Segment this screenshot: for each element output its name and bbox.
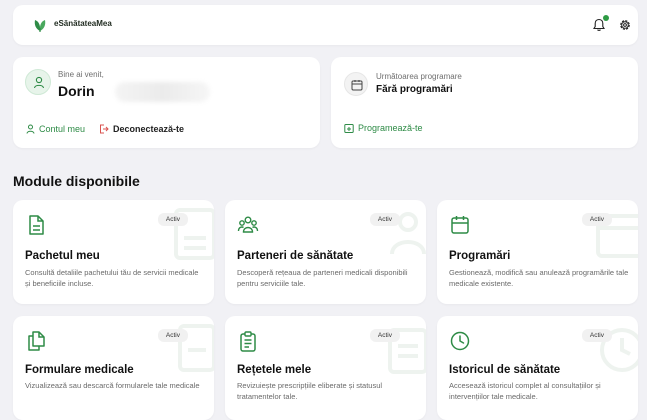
module-description: Vizualizează sau descarcă formularele ta… bbox=[25, 381, 200, 390]
account-link-label: Contul meu bbox=[39, 124, 86, 134]
redacted-surname bbox=[115, 82, 210, 102]
module-title: Istoricul de sănătate bbox=[449, 364, 561, 376]
user-name: Dorin bbox=[58, 83, 95, 99]
status-badge: Activ bbox=[581, 329, 612, 342]
module-title: Formulare medicale bbox=[25, 364, 134, 376]
module-card-formulare[interactable]: Activ Formulare medicale Vizualizează sa… bbox=[13, 316, 214, 420]
status-badge: Activ bbox=[369, 213, 400, 226]
module-description: Accesează istoricul complet al consultaț… bbox=[449, 381, 601, 402]
module-description: Descoperă rețeaua de parteneri medicali … bbox=[237, 268, 408, 289]
status-badge: Activ bbox=[369, 329, 400, 342]
welcome-greeting: Bine ai venit, bbox=[58, 70, 104, 79]
next-appointment-value: Fără programări bbox=[376, 84, 453, 95]
avatar bbox=[25, 69, 51, 95]
module-description: Revizuiește prescripțiile eliberate și s… bbox=[237, 381, 383, 402]
next-appointment-label: Următoarea programare bbox=[376, 72, 462, 81]
module-title: Parteneri de sănătate bbox=[237, 250, 354, 262]
module-title: Pachetul meu bbox=[25, 250, 100, 262]
calendar-icon bbox=[451, 216, 469, 234]
welcome-card: Bine ai venit, Dorin Contul meu Deconect… bbox=[13, 57, 320, 148]
logout-link-label: Deconectează-te bbox=[113, 124, 185, 134]
logout-icon bbox=[100, 124, 109, 134]
calendar-icon bbox=[351, 80, 363, 91]
user-icon bbox=[33, 76, 45, 89]
module-card-pachetul-meu[interactable]: Activ Pachetul meu Consultă detaliile pa… bbox=[13, 200, 214, 304]
settings-gear-icon[interactable] bbox=[618, 18, 632, 32]
status-badge: Activ bbox=[157, 329, 188, 342]
section-title: Module disponibile bbox=[13, 173, 140, 189]
module-card-retete[interactable]: Activ Rețetele mele Revizuiește prescrip… bbox=[225, 316, 426, 420]
schedule-link[interactable]: Programează-te bbox=[344, 123, 423, 133]
user-outline-icon bbox=[26, 124, 35, 134]
module-card-programari[interactable]: Activ Programări Gestionează, modifică s… bbox=[437, 200, 638, 304]
leaf-logo-icon[interactable] bbox=[32, 17, 48, 33]
next-appointment-card: Următoarea programare Fără programări Pr… bbox=[331, 57, 638, 148]
module-description: Gestionează, modifică sau anulează progr… bbox=[449, 268, 629, 289]
brand-name: eSănătateaMea bbox=[54, 19, 112, 28]
module-title: Rețetele mele bbox=[237, 364, 312, 376]
module-card-parteneri[interactable]: Activ Parteneri de sănătate Descoperă re… bbox=[225, 200, 426, 304]
module-description: Consultă detaliile pachetului tău de ser… bbox=[25, 268, 199, 289]
clipboard-icon bbox=[240, 331, 256, 352]
people-icon bbox=[237, 216, 259, 233]
account-link[interactable]: Contul meu bbox=[26, 124, 85, 134]
files-icon bbox=[28, 331, 45, 351]
status-badge: Activ bbox=[581, 213, 612, 226]
status-badge: Activ bbox=[157, 213, 188, 226]
calendar-badge bbox=[344, 72, 368, 96]
notification-dot bbox=[603, 15, 609, 21]
document-icon bbox=[29, 215, 44, 235]
module-card-istoric[interactable]: Activ Istoricul de sănătate Accesează is… bbox=[437, 316, 638, 420]
schedule-link-label: Programează-te bbox=[358, 123, 423, 133]
app-header: eSănătateaMea bbox=[13, 5, 638, 45]
calendar-plus-icon bbox=[344, 124, 354, 133]
clock-icon bbox=[450, 331, 470, 351]
logout-link[interactable]: Deconectează-te bbox=[99, 124, 184, 134]
module-title: Programări bbox=[449, 250, 511, 262]
